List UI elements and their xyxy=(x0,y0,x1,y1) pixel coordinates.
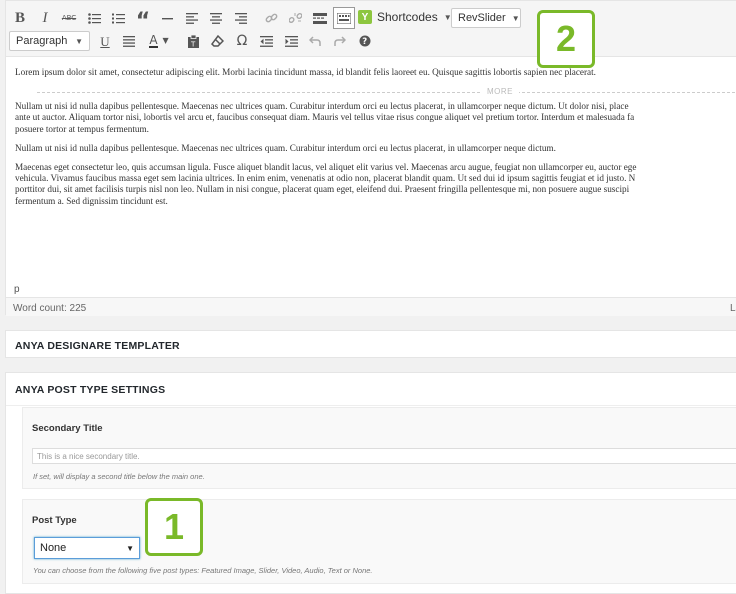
annotation-callout-2: 2 xyxy=(537,10,595,68)
element-path: p xyxy=(14,284,20,295)
post-type-select[interactable]: None ▼ xyxy=(34,537,140,559)
eraser-icon xyxy=(210,35,224,47)
editor-status-bar: Word count: 225 La xyxy=(6,297,736,316)
italic-button[interactable]: I xyxy=(34,7,56,29)
chevron-down-icon: ▼ xyxy=(162,36,169,45)
toolbar-toggle-button[interactable] xyxy=(333,7,355,29)
special-character-button[interactable]: Ω xyxy=(231,30,253,52)
last-edited: La xyxy=(730,303,736,314)
shortcodes-menu[interactable]: Y Shortcodes ▼ xyxy=(358,8,452,26)
help-icon: ? xyxy=(359,35,371,47)
revslider-label: RevSlider xyxy=(458,12,506,24)
undo-icon xyxy=(309,35,321,46)
numbered-list-icon xyxy=(111,13,125,23)
svg-text:?: ? xyxy=(362,37,367,47)
post-editor: B I ABC “ Y Shortcodes ▼ RevSlider ▼ Par… xyxy=(5,0,736,316)
align-center-icon xyxy=(210,12,222,24)
indent-icon xyxy=(284,35,298,47)
align-center-button[interactable] xyxy=(205,7,227,29)
numbered-list-button[interactable] xyxy=(107,7,129,29)
align-right-icon xyxy=(235,12,247,24)
secondary-title-input[interactable]: This is a nice secondary title. xyxy=(32,448,736,464)
designare-templater-box[interactable]: ANYA DESIGNARE TEMPLATER xyxy=(5,330,736,358)
bold-button[interactable]: B xyxy=(9,7,31,29)
redo-button[interactable] xyxy=(329,30,351,52)
chevron-down-icon: ▼ xyxy=(511,13,520,23)
secondary-title-label: Secondary Title xyxy=(32,423,103,434)
align-left-button[interactable] xyxy=(181,7,203,29)
clipboard-icon: T xyxy=(187,34,199,48)
keyboard-icon xyxy=(337,12,351,24)
secondary-title-field: Secondary Title This is a nice secondary… xyxy=(22,407,736,489)
post-type-hint: You can choose from the following five p… xyxy=(33,566,373,575)
editor-content[interactable]: Lorem ipsum dolor sit amet, consectetur … xyxy=(15,67,736,215)
paste-as-text-button[interactable]: T xyxy=(182,30,204,52)
outdent-icon xyxy=(259,35,273,47)
outdent-button[interactable] xyxy=(255,30,277,52)
redo-icon xyxy=(334,35,346,46)
read-more-button[interactable] xyxy=(309,7,331,29)
indent-button[interactable] xyxy=(280,30,302,52)
justify-icon xyxy=(123,35,135,47)
shortcodes-logo-icon: Y xyxy=(358,10,372,24)
help-button[interactable]: ? xyxy=(354,30,376,52)
read-more-divider: MORE xyxy=(15,86,736,99)
underline-button[interactable]: U xyxy=(94,30,116,52)
bullet-list-icon xyxy=(87,12,101,24)
format-select-value: Paragraph xyxy=(16,35,68,47)
designare-templater-title[interactable]: ANYA DESIGNARE TEMPLATER xyxy=(15,340,180,352)
shortcodes-label: Shortcodes xyxy=(377,10,438,24)
paragraph-4: Maecenas eget consectetur leo, quis accu… xyxy=(15,162,637,206)
undo-button[interactable] xyxy=(304,30,326,52)
text-color-button[interactable]: A ▼ xyxy=(143,30,175,52)
post-type-settings-box: ANYA POST TYPE SETTINGS Secondary Title … xyxy=(5,372,736,594)
paragraph-1: Lorem ipsum dolor sit amet, consectetur … xyxy=(15,67,596,77)
paragraph-2: Nullam ut nisi id nulla dapibus pellente… xyxy=(15,101,635,134)
clear-formatting-button[interactable] xyxy=(206,30,228,52)
align-left-icon xyxy=(186,12,198,24)
format-select[interactable]: Paragraph ▼ xyxy=(9,31,90,51)
secondary-title-hint: If set, will display a second title belo… xyxy=(33,472,205,481)
insert-link-button[interactable] xyxy=(260,7,282,29)
align-right-button[interactable] xyxy=(230,7,252,29)
post-type-value: None xyxy=(40,542,67,554)
box-divider xyxy=(6,405,736,406)
read-more-icon xyxy=(313,12,327,24)
post-type-field: Post Type None ▼ You can choose from the… xyxy=(22,499,736,584)
read-more-label: MORE xyxy=(481,86,519,98)
chevron-down-icon: ▼ xyxy=(75,36,83,46)
remove-link-button[interactable] xyxy=(284,7,306,29)
annotation-callout-1: 1 xyxy=(145,498,203,556)
paragraph-3: Nullam ut nisi id nulla dapibus pellente… xyxy=(15,142,556,153)
word-count: Word count: 225 xyxy=(13,303,87,314)
text-color-icon: A xyxy=(149,32,158,48)
post-type-settings-title[interactable]: ANYA POST TYPE SETTINGS xyxy=(15,384,165,396)
horizontal-rule-button[interactable] xyxy=(156,7,178,29)
revslider-dropdown[interactable]: RevSlider ▼ xyxy=(451,8,521,28)
blockquote-button[interactable]: “ xyxy=(132,7,154,33)
editor-toolbar: B I ABC “ Y Shortcodes ▼ RevSlider ▼ Par… xyxy=(6,1,736,57)
chevron-down-icon: ▼ xyxy=(126,543,134,553)
justify-button[interactable] xyxy=(118,30,140,52)
svg-text:T: T xyxy=(190,40,196,48)
unlink-icon xyxy=(288,12,302,23)
post-type-label: Post Type xyxy=(32,515,77,526)
horizontal-rule-icon xyxy=(161,17,173,19)
link-icon xyxy=(265,13,277,22)
strikethrough-button[interactable]: ABC xyxy=(58,7,80,29)
bullet-list-button[interactable] xyxy=(83,7,105,29)
read-more-line xyxy=(37,92,735,94)
